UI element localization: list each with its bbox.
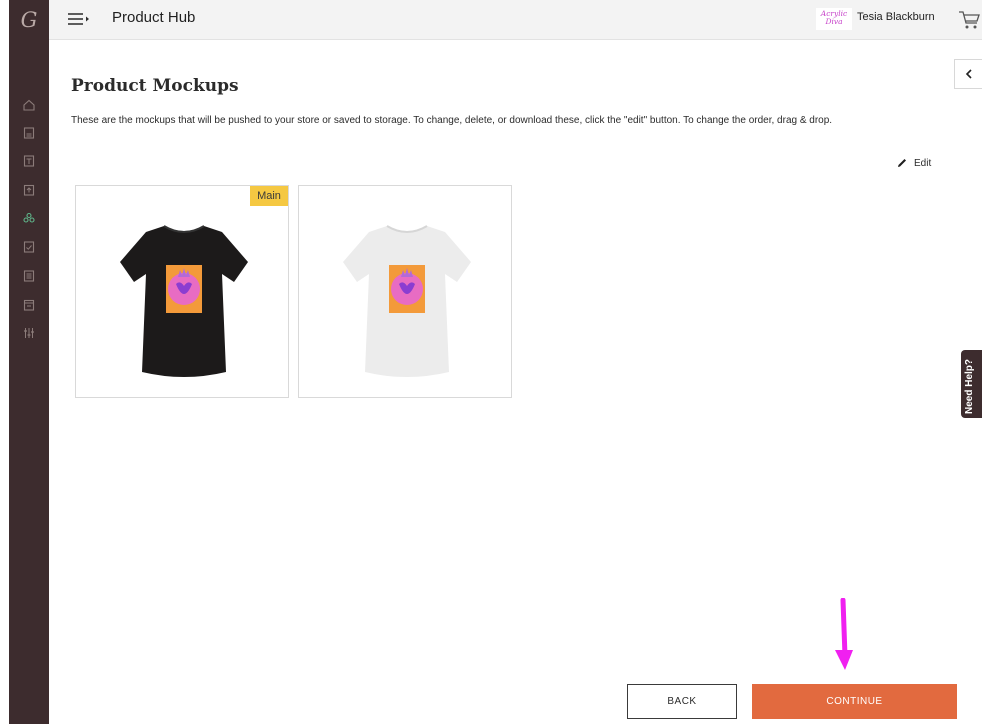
settings-sliders-icon[interactable] (19, 323, 39, 343)
edit-label: Edit (914, 157, 932, 169)
store-icon[interactable] (19, 123, 39, 143)
checklist-icon[interactable] (19, 237, 39, 257)
pencil-icon (898, 159, 906, 167)
brand-logo: Acrylic Diva (816, 8, 852, 30)
app-logo[interactable]: G (9, 8, 49, 32)
need-help-tab[interactable]: Need Help? (961, 350, 982, 418)
orders-icon[interactable] (19, 266, 39, 286)
edit-button[interactable]: Edit (896, 157, 931, 169)
continue-button[interactable]: CONTINUE (752, 684, 957, 719)
page-title: Product Mockups (71, 76, 239, 96)
main-badge: Main (250, 186, 288, 206)
sidebar: G (9, 0, 49, 724)
back-button[interactable]: BACK (627, 684, 737, 719)
mockup-card[interactable] (298, 185, 512, 398)
black-tshirt-mockup-image (120, 225, 248, 377)
menu-toggle-icon[interactable] (67, 10, 91, 28)
user-name[interactable]: Tesia Blackburn (857, 11, 935, 23)
collapse-panel-button[interactable] (954, 59, 982, 89)
cart-icon[interactable] (957, 9, 981, 31)
need-help-label: Need Help? (964, 358, 975, 414)
design-icon[interactable] (19, 208, 39, 228)
upload-icon[interactable] (19, 180, 39, 200)
white-tshirt-mockup-image (343, 225, 471, 377)
mockup-card[interactable]: Main (75, 185, 289, 398)
product-icon[interactable] (19, 151, 39, 171)
calendar-icon[interactable] (19, 295, 39, 315)
annotation-arrow-icon (835, 598, 853, 670)
page-description: These are the mockups that will be pushe… (71, 115, 833, 126)
home-icon[interactable] (19, 95, 39, 115)
brand-logo-line2: Diva (825, 17, 843, 26)
chevron-left-icon (965, 69, 972, 79)
app-title: Product Hub (112, 9, 196, 26)
